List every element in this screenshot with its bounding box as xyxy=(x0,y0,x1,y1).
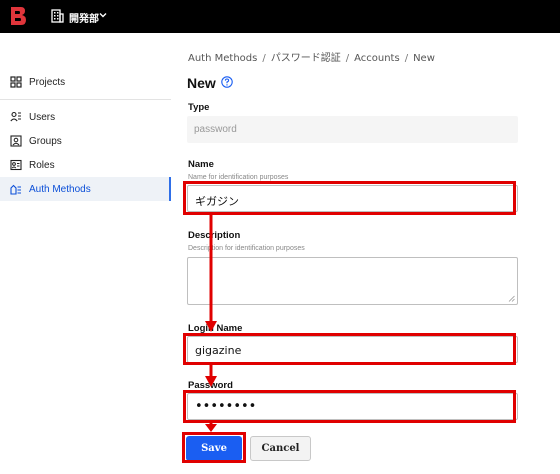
sidebar-item-label: Roles xyxy=(29,159,55,171)
description-help-text: Description for identification purposes xyxy=(188,245,305,252)
breadcrumb-auth-methods[interactable]: Auth Methods xyxy=(188,53,257,64)
top-bar: 開発部 xyxy=(0,0,560,33)
sidebar-divider xyxy=(0,99,171,100)
sidebar-item-users[interactable]: Users xyxy=(0,105,171,129)
chevron-down-icon[interactable] xyxy=(99,11,107,19)
type-value: password xyxy=(194,124,237,135)
save-highlight-box xyxy=(182,432,246,463)
page-title: New xyxy=(187,75,216,91)
cancel-button[interactable]: Cancel xyxy=(250,436,311,461)
breadcrumb-auth-method[interactable]: パスワード認証 xyxy=(271,53,341,64)
sidebar-item-roles[interactable]: Roles xyxy=(0,153,171,177)
auth-methods-icon xyxy=(10,184,21,195)
sidebar: Projects Users Groups Roles Auth Methods xyxy=(0,33,171,474)
breadcrumb: Auth Methods / パスワード認証 / Accounts / New xyxy=(188,53,435,64)
sidebar-item-label: Users xyxy=(29,111,56,123)
type-field: password xyxy=(187,116,518,143)
description-label: Description xyxy=(188,230,241,241)
type-label: Type xyxy=(188,102,210,113)
help-icon[interactable] xyxy=(221,76,233,88)
sidebar-item-groups[interactable]: Groups xyxy=(0,129,171,153)
sidebar-item-label: Groups xyxy=(29,135,62,147)
sidebar-item-label: Projects xyxy=(29,76,66,88)
org-selector-label[interactable]: 開発部 xyxy=(69,10,99,25)
projects-icon xyxy=(10,76,22,88)
arrow-password-to-save xyxy=(205,423,217,432)
active-indicator xyxy=(169,177,171,201)
boundary-logo-icon[interactable] xyxy=(8,6,28,26)
password-highlight-box xyxy=(183,390,516,423)
name-label: Name xyxy=(188,159,214,170)
sidebar-item-auth-methods[interactable]: Auth Methods xyxy=(0,177,171,201)
name-help-text: Name for identification purposes xyxy=(188,174,289,181)
name-highlight-box xyxy=(183,181,516,215)
sidebar-item-label: Auth Methods xyxy=(29,183,91,195)
description-textarea[interactable] xyxy=(187,257,518,305)
breadcrumb-current: New xyxy=(413,53,435,64)
breadcrumb-accounts[interactable]: Accounts xyxy=(354,53,400,64)
resize-grip-icon[interactable] xyxy=(508,295,515,302)
building-icon xyxy=(51,9,64,23)
roles-icon xyxy=(10,159,22,171)
users-icon xyxy=(10,111,21,122)
login-name-highlight-box xyxy=(183,333,516,365)
groups-icon xyxy=(10,135,22,147)
sidebar-item-projects[interactable]: Projects xyxy=(0,70,171,94)
